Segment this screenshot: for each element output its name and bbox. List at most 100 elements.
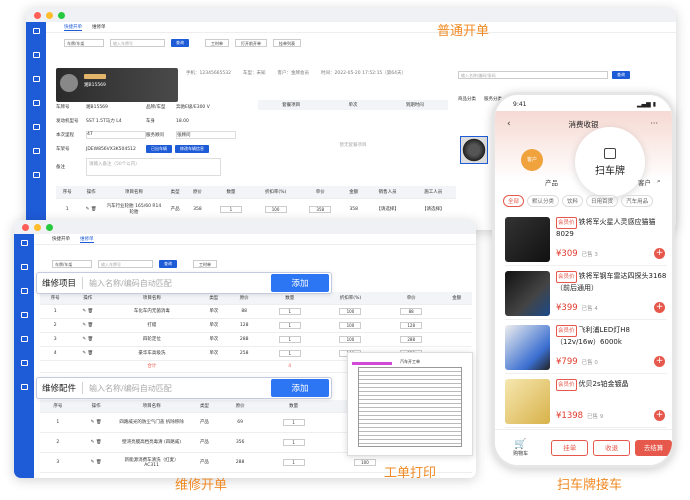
- sidebar-item-finance[interactable]: [26, 142, 46, 160]
- search-button[interactable]: 查询: [171, 39, 189, 47]
- maximize-dot[interactable]: [58, 11, 65, 19]
- unit-input[interactable]: 88: [400, 307, 423, 315]
- tab-product[interactable]: 产品: [545, 177, 558, 187]
- exit-car-button[interactable]: 已出车辆: [146, 145, 172, 153]
- tab-customer[interactable]: 客户: [638, 177, 651, 187]
- row-actions[interactable]: ✎ 🗑: [75, 432, 117, 453]
- form-advisor-select[interactable]: 张顾问: [176, 131, 236, 139]
- sidebar-item-car[interactable]: [26, 70, 46, 88]
- close-dot[interactable]: [34, 11, 41, 19]
- qty-input[interactable]: 1: [278, 307, 301, 315]
- discount-input[interactable]: 100: [264, 205, 287, 213]
- hold-order-button[interactable]: 挂单: [551, 439, 589, 456]
- tab-product-category[interactable]: 商品分类: [458, 96, 476, 102]
- form-model-value[interactable]: 奔驰E级/E300 V: [176, 104, 210, 110]
- return-button[interactable]: 收退: [593, 439, 631, 456]
- row-actions[interactable]: ✎ 🗑: [70, 304, 106, 319]
- worker-select[interactable]: 【请选择】: [410, 198, 456, 221]
- repair-item-add-button[interactable]: 添加: [271, 274, 329, 292]
- category-drink[interactable]: 饮料: [562, 195, 584, 207]
- table-row[interactable]: 1 ✎ 🗑 汽车行业轮胎 165/60 R14 轮胎 产品 358 1 100 358 358 【…: [56, 198, 456, 221]
- sidebar-item-home[interactable]: [14, 234, 34, 252]
- list-item[interactable]: 会员价 优贝2s铂金镀晶 ¥1398 已售 9 +: [505, 375, 667, 428]
- tab-repair-order[interactable]: 维修单: [92, 24, 106, 30]
- work-hours-button[interactable]: 工时单: [205, 39, 229, 47]
- product-search-input[interactable]: 输入名称/编码/条码: [458, 71, 608, 79]
- more-icon[interactable]: ···: [650, 119, 658, 128]
- qty-input[interactable]: 1: [219, 205, 242, 213]
- search-input[interactable]: 输入车牌号: [98, 260, 153, 268]
- qty-input[interactable]: 1: [282, 438, 305, 446]
- repair-parts-add-button[interactable]: 添加: [271, 379, 329, 397]
- form-engine-value[interactable]: SST 1.5T马力 L4: [86, 118, 146, 124]
- row-actions[interactable]: ✎ 🗑: [75, 452, 117, 473]
- table-row[interactable]: 1 ✎ 🗑 车化车内无菌消毒 单次 88 1 100 88: [40, 304, 472, 319]
- work-hours-button[interactable]: 工时单: [193, 260, 217, 268]
- form-plate-value[interactable]: 湘B15569: [86, 104, 146, 110]
- sidebar-item-report[interactable]: [26, 118, 46, 136]
- customer-avatar[interactable]: 客户: [521, 149, 543, 171]
- row-actions[interactable]: ✎ 🗑: [75, 412, 117, 433]
- minimize-dot[interactable]: [46, 11, 53, 19]
- search-button[interactable]: 查询: [159, 260, 177, 268]
- sidebar-item-car[interactable]: [14, 282, 34, 300]
- row-actions[interactable]: ✎ 🗑: [70, 332, 106, 347]
- category-daily[interactable]: 日用百货: [586, 195, 619, 207]
- discount-input[interactable]: 100: [339, 307, 362, 315]
- tire-image[interactable]: [460, 136, 488, 164]
- hold-list-button[interactable]: 挂单列表: [273, 39, 301, 47]
- cart-button[interactable]: 🛒 购物车: [509, 439, 532, 457]
- search-type-select[interactable]: 车牌/车架: [64, 39, 104, 47]
- repair-item-input[interactable]: 输入名称/编码自动匹配: [83, 278, 271, 289]
- add-to-cart-button[interactable]: +: [654, 410, 665, 421]
- tab-quick-order[interactable]: 快捷开单: [64, 24, 82, 31]
- tab-repair-order[interactable]: 维修单: [80, 236, 94, 243]
- form-mileage-value[interactable]: 47: [86, 131, 146, 139]
- sidebar-item-work[interactable]: [26, 46, 46, 64]
- category-default[interactable]: 默认分类: [527, 195, 560, 207]
- list-item[interactable]: 会员价 铁将军火星人灵感应猫猫8029 ¥309 已售 3 +: [505, 213, 667, 266]
- unit-input[interactable]: 288: [400, 335, 423, 343]
- qty-input[interactable]: 1: [282, 418, 305, 426]
- sidebar-item-more[interactable]: [26, 166, 46, 184]
- add-to-cart-button[interactable]: +: [654, 356, 665, 367]
- category-all[interactable]: 全部: [503, 195, 525, 207]
- row-qty[interactable]: 1: [208, 198, 254, 221]
- sidebar-item-report[interactable]: [14, 330, 34, 348]
- checkout-button[interactable]: 去结算: [635, 439, 672, 456]
- sidebar-item-more[interactable]: [14, 378, 34, 396]
- search-icon[interactable]: ⌕: [657, 177, 661, 187]
- add-to-cart-button[interactable]: +: [654, 302, 665, 313]
- sidebar-item-home[interactable]: [26, 22, 46, 40]
- qty-input[interactable]: 1: [278, 321, 301, 329]
- add-to-cart-button[interactable]: +: [654, 248, 665, 259]
- list-item[interactable]: 会员价 铁将军钢车雷达四探头3168（前后通用） ¥399 已售 4 +: [505, 267, 667, 320]
- maximize-dot[interactable]: [46, 223, 53, 231]
- prev-order-button[interactable]: 打开前开单: [235, 39, 267, 47]
- discount-input[interactable]: 100: [353, 458, 376, 466]
- sidebar-item-work[interactable]: [14, 258, 34, 276]
- discount-input[interactable]: 100: [339, 335, 362, 343]
- form-vin-value[interactable]: JDEW856VX3K504512: [86, 147, 146, 152]
- sidebar-item-stock[interactable]: [26, 94, 46, 112]
- row-unit[interactable]: 358: [297, 198, 343, 221]
- remark-input[interactable]: 请输入备注（50个以内）: [86, 158, 221, 176]
- category-car[interactable]: 汽车用品: [621, 195, 654, 207]
- form-body-value[interactable]: 18.00: [176, 119, 189, 124]
- tab-quick-order[interactable]: 快捷开单: [52, 236, 70, 242]
- qty-input[interactable]: 1: [282, 458, 305, 466]
- unit-input[interactable]: 128: [400, 321, 423, 329]
- table-row[interactable]: 2 ✎ 🗑 打蜡 单次 128 1 100 128: [40, 318, 472, 333]
- row-discount[interactable]: 100: [253, 198, 298, 221]
- row-actions[interactable]: ✎ 🗑: [70, 346, 106, 361]
- sidebar-item-stock[interactable]: [14, 306, 34, 324]
- row-actions[interactable]: ✎ 🗑: [78, 198, 104, 221]
- sidebar-item-finance[interactable]: [14, 354, 34, 372]
- search-input[interactable]: 输入车牌号: [110, 39, 165, 47]
- list-item[interactable]: 会员价 飞利浦LED灯H8（12v/16w）6000k ¥799 已售 0 +: [505, 321, 667, 374]
- minimize-dot[interactable]: [34, 223, 41, 231]
- unit-input[interactable]: 358: [309, 205, 332, 213]
- qty-input[interactable]: 1: [278, 349, 301, 357]
- qty-input[interactable]: 1: [278, 335, 301, 343]
- discount-input[interactable]: 100: [339, 321, 362, 329]
